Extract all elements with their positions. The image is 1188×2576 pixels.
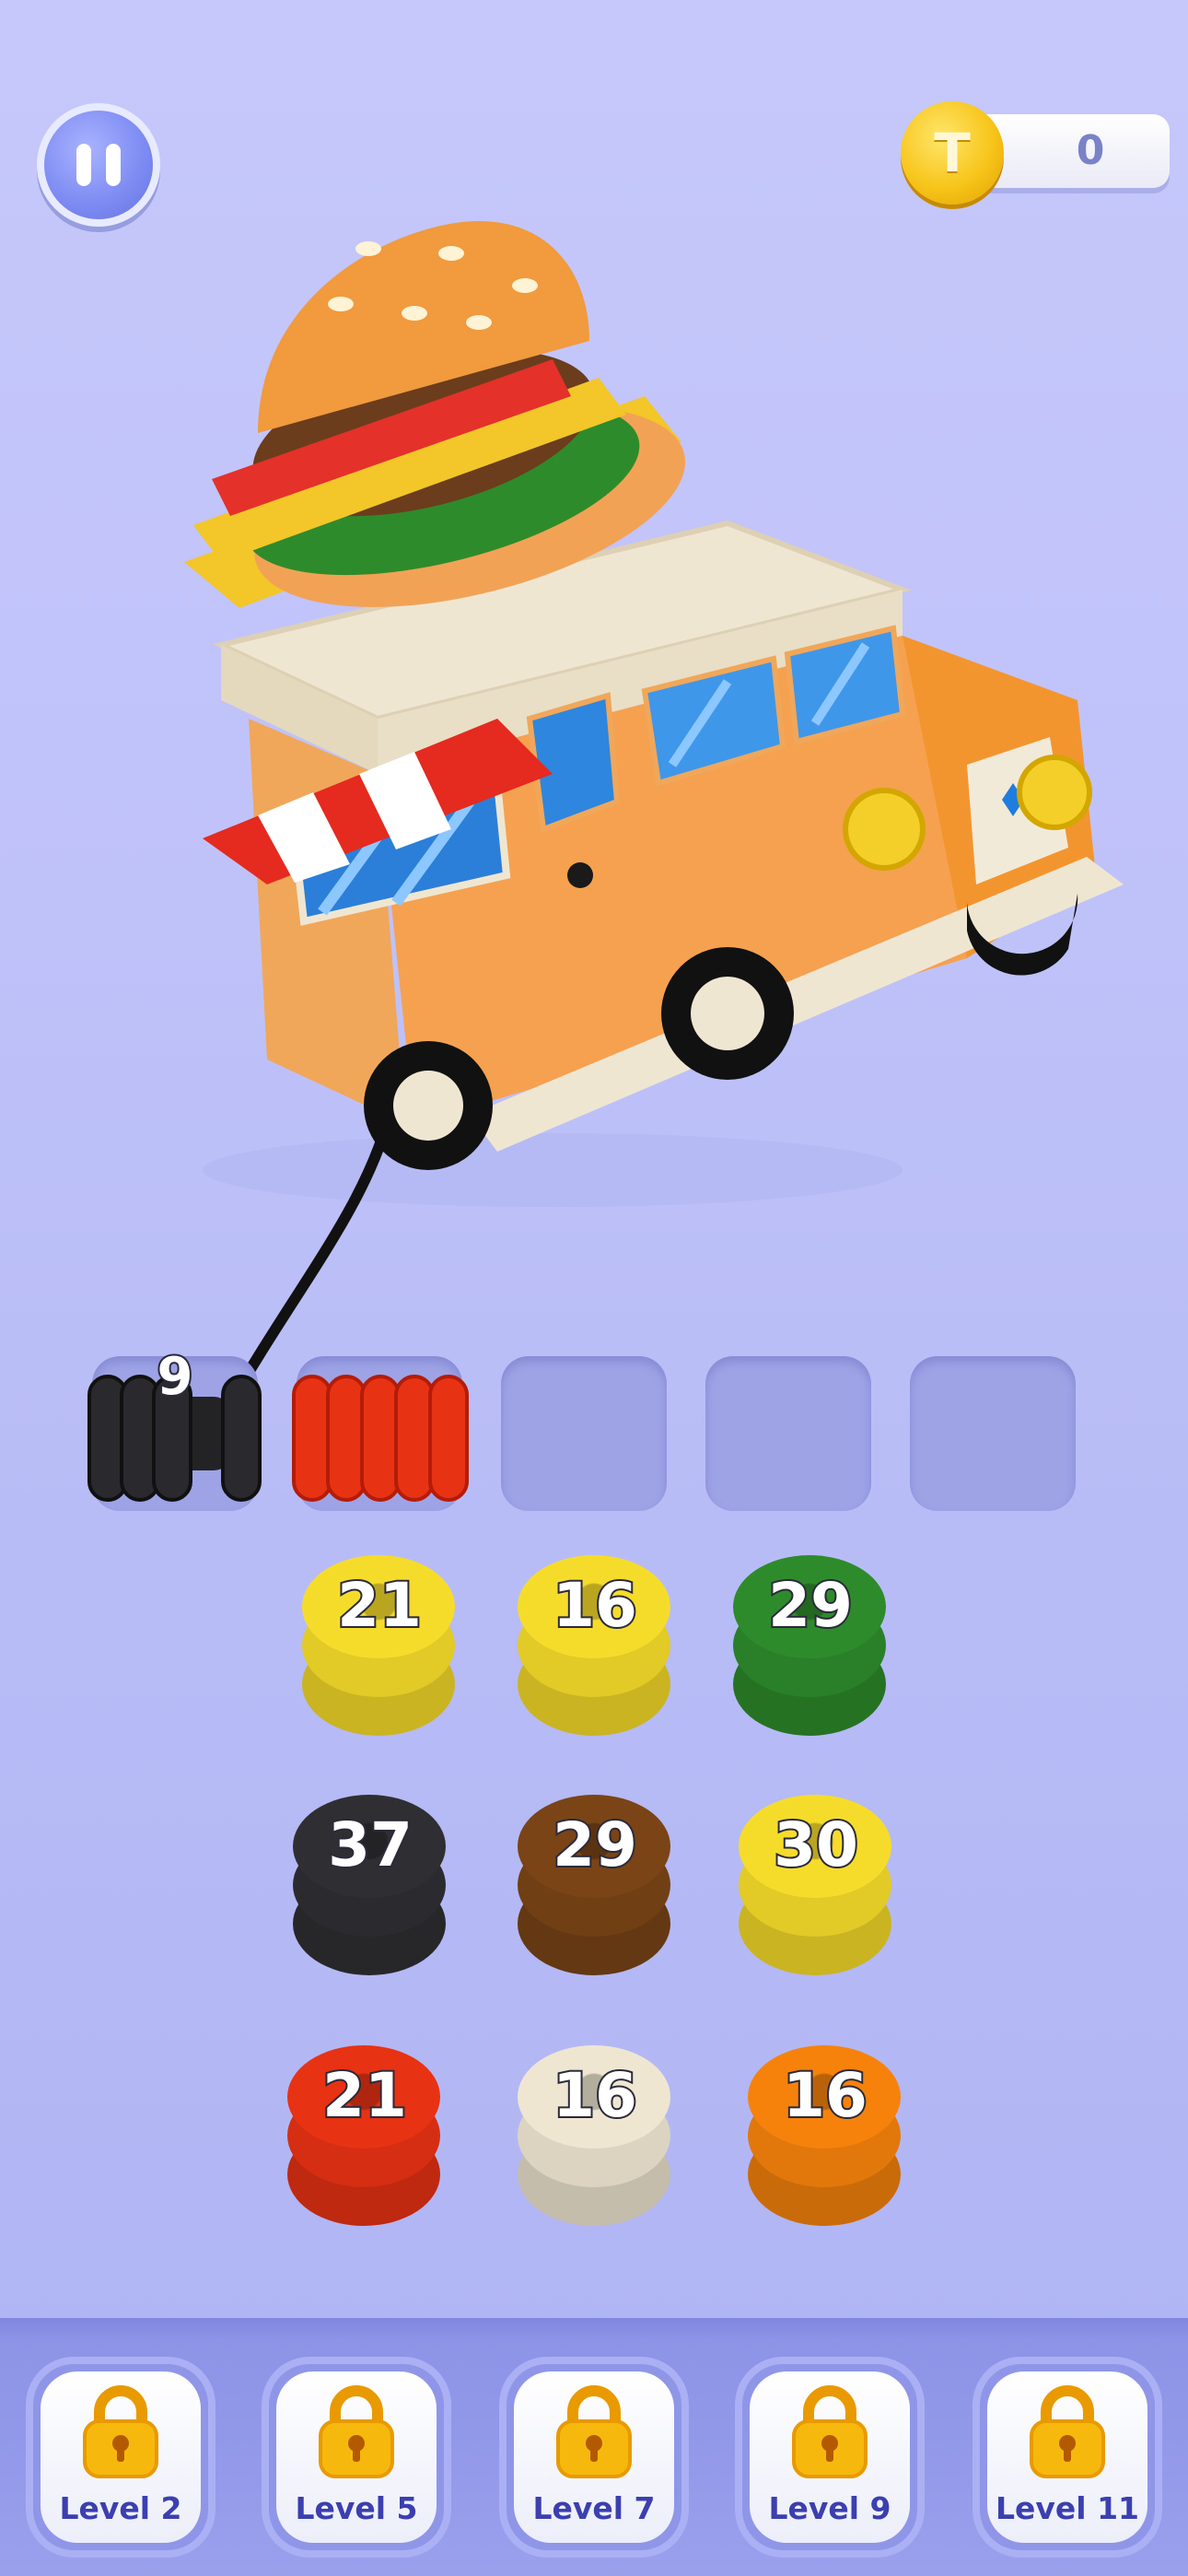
- level-label: Level 9: [768, 2490, 891, 2526]
- pause-icon: [76, 144, 91, 186]
- slot-4[interactable]: [705, 1356, 871, 1511]
- lock-icon: [83, 2385, 158, 2478]
- spool-count: 16: [551, 1568, 639, 1643]
- spool-count: 21: [335, 1568, 424, 1643]
- spool-1[interactable]: 21: [297, 1537, 462, 1739]
- level-label: Level 7: [532, 2490, 656, 2526]
- slot-5[interactable]: [910, 1356, 1076, 1511]
- spool-8[interactable]: 16: [512, 2027, 678, 2230]
- red-yarn-spool: [292, 1375, 469, 1502]
- spool-7[interactable]: 21: [282, 2027, 448, 2230]
- level-9-button[interactable]: Level 9: [735, 2357, 925, 2558]
- lock-icon: [319, 2385, 394, 2478]
- level-11-button[interactable]: Level 11: [973, 2357, 1162, 2558]
- spool-6[interactable]: 30: [733, 1776, 899, 1979]
- spool-count: 16: [781, 2058, 869, 2133]
- coin-icon: T: [901, 101, 1004, 205]
- slot-2[interactable]: [292, 1356, 469, 1511]
- lock-icon: [556, 2385, 632, 2478]
- spool-9[interactable]: 16: [742, 2027, 908, 2230]
- pause-button[interactable]: [37, 103, 160, 227]
- truck-body: [203, 520, 1124, 1152]
- slot-1-count: 9: [156, 1345, 195, 1409]
- spool-5[interactable]: 29: [512, 1776, 678, 1979]
- food-truck-puzzle[interactable]: [166, 203, 1142, 1235]
- level-7-button[interactable]: Level 7: [499, 2357, 689, 2558]
- spool-count: 16: [551, 2058, 639, 2133]
- spool-count: 37: [326, 1808, 414, 1882]
- slot-1[interactable]: 9: [87, 1345, 262, 1511]
- slot-3[interactable]: [501, 1356, 667, 1511]
- spool-count: 29: [766, 1568, 855, 1643]
- level-2-button[interactable]: Level 2: [26, 2357, 215, 2558]
- lock-icon: [1030, 2385, 1105, 2478]
- level-label: Level 11: [995, 2490, 1140, 2526]
- level-label: Level 5: [295, 2490, 418, 2526]
- level-label: Level 2: [59, 2490, 182, 2526]
- spool-count: 29: [551, 1808, 639, 1882]
- spool-4[interactable]: 37: [287, 1776, 453, 1979]
- spool-count: 21: [320, 2058, 409, 2133]
- spool-3[interactable]: 29: [728, 1537, 893, 1739]
- spool-count: 30: [772, 1808, 860, 1882]
- level-5-button[interactable]: Level 5: [262, 2357, 451, 2558]
- lock-icon: [792, 2385, 868, 2478]
- spool-2[interactable]: 16: [512, 1537, 678, 1739]
